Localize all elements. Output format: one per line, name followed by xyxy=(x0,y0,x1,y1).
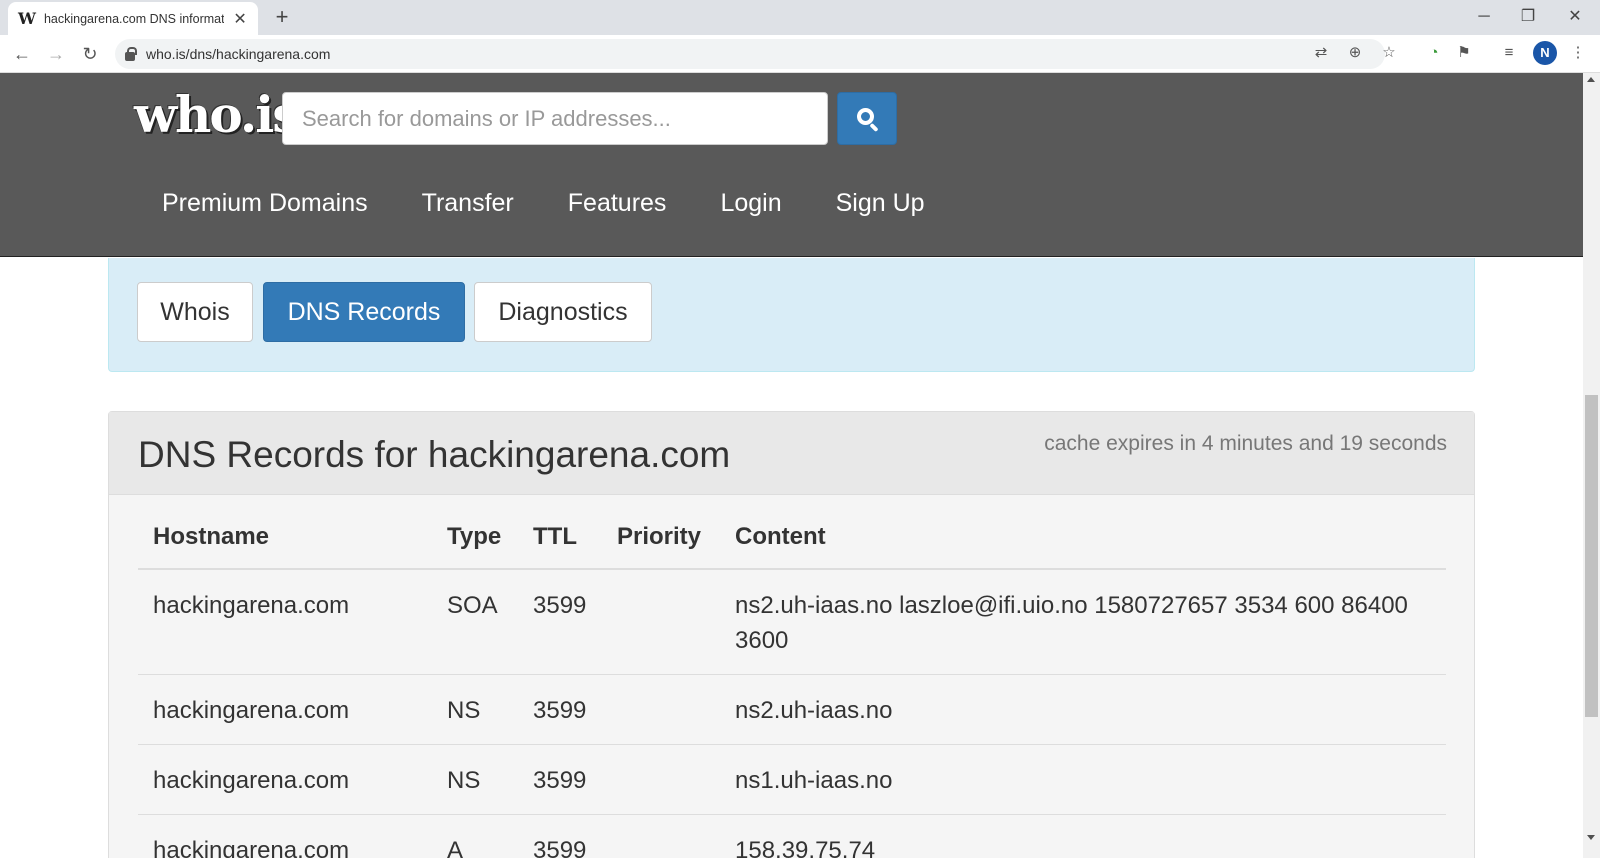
main-nav: Premium Domains Transfer Features Login … xyxy=(162,189,979,218)
close-tab-icon[interactable]: ✕ xyxy=(232,9,248,29)
nav-transfer[interactable]: Transfer xyxy=(422,189,514,218)
lookup-tabs-panel: Whois DNS Records Diagnostics xyxy=(108,258,1475,372)
page-title: DNS Records for hackingarena.com xyxy=(138,434,731,475)
browser-toolbar: ← → ↻ who.is/dns/hackingarena.com ⇄ ⊕ ☆ … xyxy=(0,35,1600,73)
table-row: hackingarena.com NS 3599 ns1.uh-iaas.no xyxy=(138,744,1446,815)
cell-type: A xyxy=(432,814,518,858)
table-row: hackingarena.com A 3599 158.39.75.74 xyxy=(138,814,1446,858)
tab-whois[interactable]: Whois xyxy=(137,282,253,342)
page-content: who.is Premium Domains Transfer Features… xyxy=(0,73,1583,858)
profile-avatar[interactable]: N xyxy=(1533,41,1557,65)
restore-button[interactable]: ❐ xyxy=(1508,4,1548,30)
bookmark-flag-icon[interactable]: ⚑ xyxy=(1452,41,1476,65)
translate-icon[interactable]: ⇄ xyxy=(1309,41,1333,65)
tab-title: hackingarena.com DNS informati xyxy=(43,11,225,26)
address-bar[interactable]: who.is/dns/hackingarena.com xyxy=(115,39,1385,69)
scroll-up-arrow-icon[interactable] xyxy=(1587,77,1595,82)
lock-icon xyxy=(125,46,137,61)
minimize-button[interactable]: ─ xyxy=(1464,4,1504,30)
url-text: who.is/dns/hackingarena.com xyxy=(146,46,331,62)
tab-diagnostics[interactable]: Diagnostics xyxy=(474,282,652,342)
tab-dns-records[interactable]: DNS Records xyxy=(263,282,465,342)
cell-priority xyxy=(602,674,720,745)
cell-content: ns1.uh-iaas.no xyxy=(720,744,1446,815)
page-scrollbar[interactable] xyxy=(1583,73,1600,858)
search-input[interactable] xyxy=(282,92,828,145)
cell-priority xyxy=(602,569,720,675)
scroll-down-arrow-icon[interactable] xyxy=(1587,835,1595,840)
column-header-priority: Priority xyxy=(602,512,720,570)
wordpress-favicon-icon: W xyxy=(18,9,36,28)
browser-tab-bar: W hackingarena.com DNS informati ✕ + ─ ❐… xyxy=(0,0,1600,35)
table-row: hackingarena.com NS 3599 ns2.uh-iaas.no xyxy=(138,674,1446,745)
nav-login[interactable]: Login xyxy=(720,189,781,218)
nav-sign-up[interactable]: Sign Up xyxy=(836,189,925,218)
dns-records-table: Hostname Type TTL Priority Content hacki… xyxy=(138,512,1446,858)
menu-kebab-icon[interactable]: ⋮ xyxy=(1566,41,1590,65)
browser-tab[interactable]: W hackingarena.com DNS informati ✕ xyxy=(8,2,258,35)
cell-content: 158.39.75.74 xyxy=(720,814,1446,858)
close-window-button[interactable]: ✕ xyxy=(1555,4,1595,30)
search-icon xyxy=(856,108,874,125)
cell-priority xyxy=(602,744,720,815)
site-header: who.is Premium Domains Transfer Features… xyxy=(0,73,1583,257)
records-header: DNS Records for hackingarena.com cache e… xyxy=(109,412,1474,495)
cell-ttl: 3599 xyxy=(518,744,602,815)
cell-hostname: hackingarena.com xyxy=(138,569,432,675)
cell-ttl: 3599 xyxy=(518,569,602,675)
cell-hostname: hackingarena.com xyxy=(138,674,432,745)
table-header-row: Hostname Type TTL Priority Content xyxy=(138,512,1446,570)
cache-expiry-note: cache expires in 4 minutes and 19 second… xyxy=(1044,432,1447,455)
extension-icon[interactable]: ◔ xyxy=(1422,41,1446,65)
back-arrow-icon[interactable]: ← xyxy=(9,41,35,67)
scrollbar-thumb[interactable] xyxy=(1585,395,1598,717)
cell-hostname: hackingarena.com xyxy=(138,744,432,815)
cell-type: NS xyxy=(432,744,518,815)
column-header-content: Content xyxy=(720,512,1446,570)
cell-type: NS xyxy=(432,674,518,745)
nav-premium-domains[interactable]: Premium Domains xyxy=(162,189,368,218)
forward-arrow-icon[interactable]: → xyxy=(43,41,69,67)
column-header-type: Type xyxy=(432,512,518,570)
table-row: hackingarena.com SOA 3599 ns2.uh-iaas.no… xyxy=(138,569,1446,675)
dns-records-panel: DNS Records for hackingarena.com cache e… xyxy=(108,411,1475,858)
cell-hostname: hackingarena.com xyxy=(138,814,432,858)
site-logo[interactable]: who.is xyxy=(134,85,300,144)
cell-ttl: 3599 xyxy=(518,674,602,745)
cell-content: ns2.uh-iaas.no laszloe@ifi.uio.no 158072… xyxy=(720,569,1446,675)
reload-icon[interactable]: ↻ xyxy=(77,41,103,67)
cell-ttl: 3599 xyxy=(518,814,602,858)
new-tab-button[interactable]: + xyxy=(270,4,294,30)
search-button[interactable] xyxy=(837,92,897,145)
column-header-ttl: TTL xyxy=(518,512,602,570)
cell-type: SOA xyxy=(432,569,518,675)
media-queue-icon[interactable]: ≡ xyxy=(1497,41,1521,65)
cell-content: ns2.uh-iaas.no xyxy=(720,674,1446,745)
bookmark-star-icon[interactable]: ☆ xyxy=(1377,41,1401,65)
cell-priority xyxy=(602,814,720,858)
column-header-hostname: Hostname xyxy=(138,512,432,570)
nav-features[interactable]: Features xyxy=(568,189,667,218)
zoom-icon[interactable]: ⊕ xyxy=(1343,41,1367,65)
